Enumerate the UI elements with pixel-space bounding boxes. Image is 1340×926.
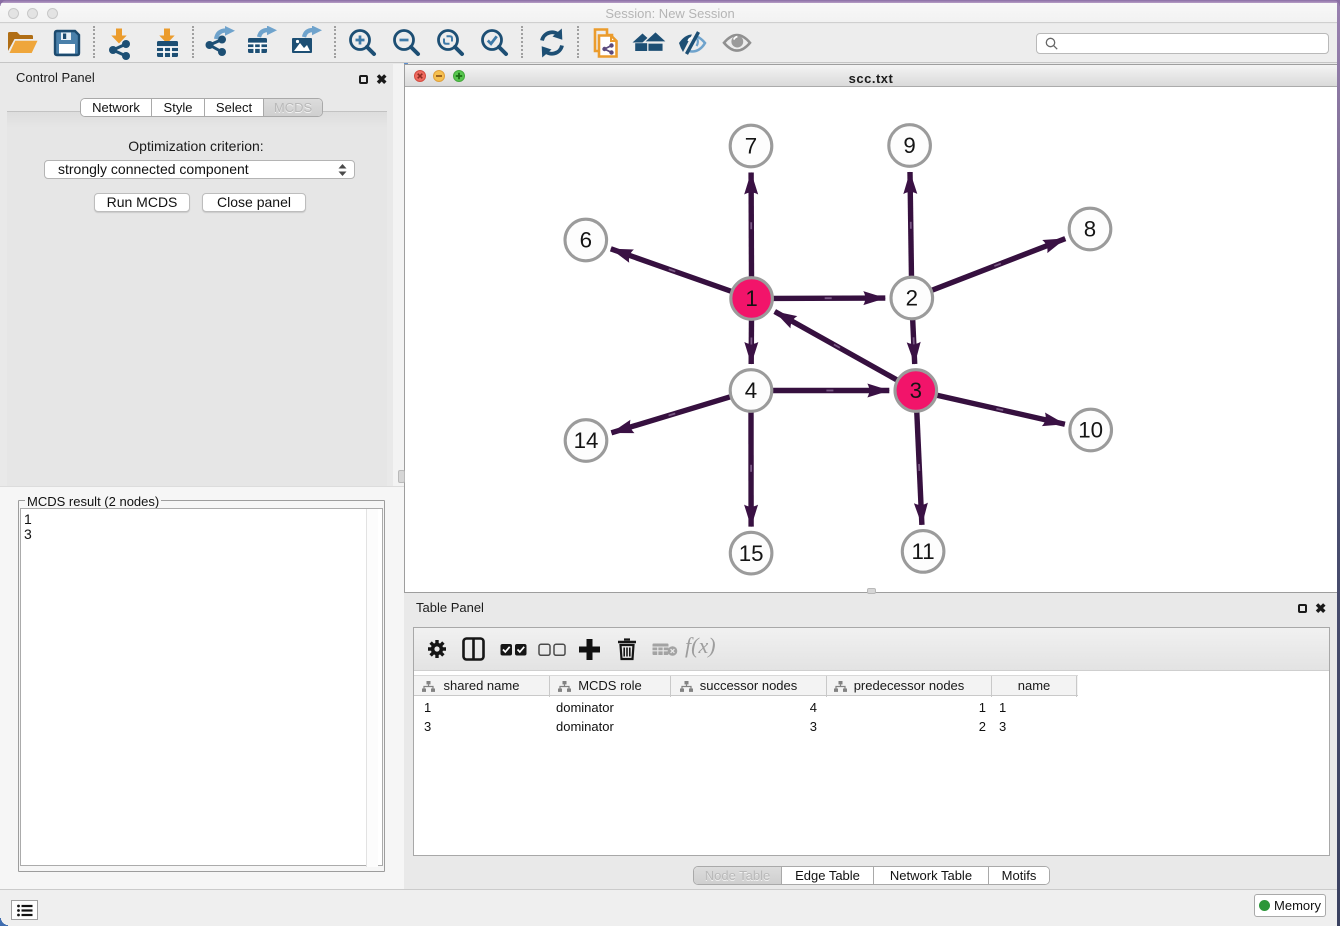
svg-text:3: 3	[910, 378, 922, 403]
svg-text:8: 8	[1084, 217, 1096, 242]
svg-text:1: 1	[745, 286, 757, 311]
svg-text:11: 11	[912, 539, 935, 564]
svg-text:9: 9	[903, 133, 915, 158]
svg-text:4: 4	[745, 378, 757, 403]
svg-text:15: 15	[739, 541, 764, 566]
svg-text:14: 14	[574, 428, 599, 453]
svg-text:10: 10	[1078, 418, 1103, 443]
svg-text:2: 2	[906, 286, 918, 311]
svg-text:6: 6	[580, 228, 592, 253]
svg-text:7: 7	[745, 134, 757, 159]
